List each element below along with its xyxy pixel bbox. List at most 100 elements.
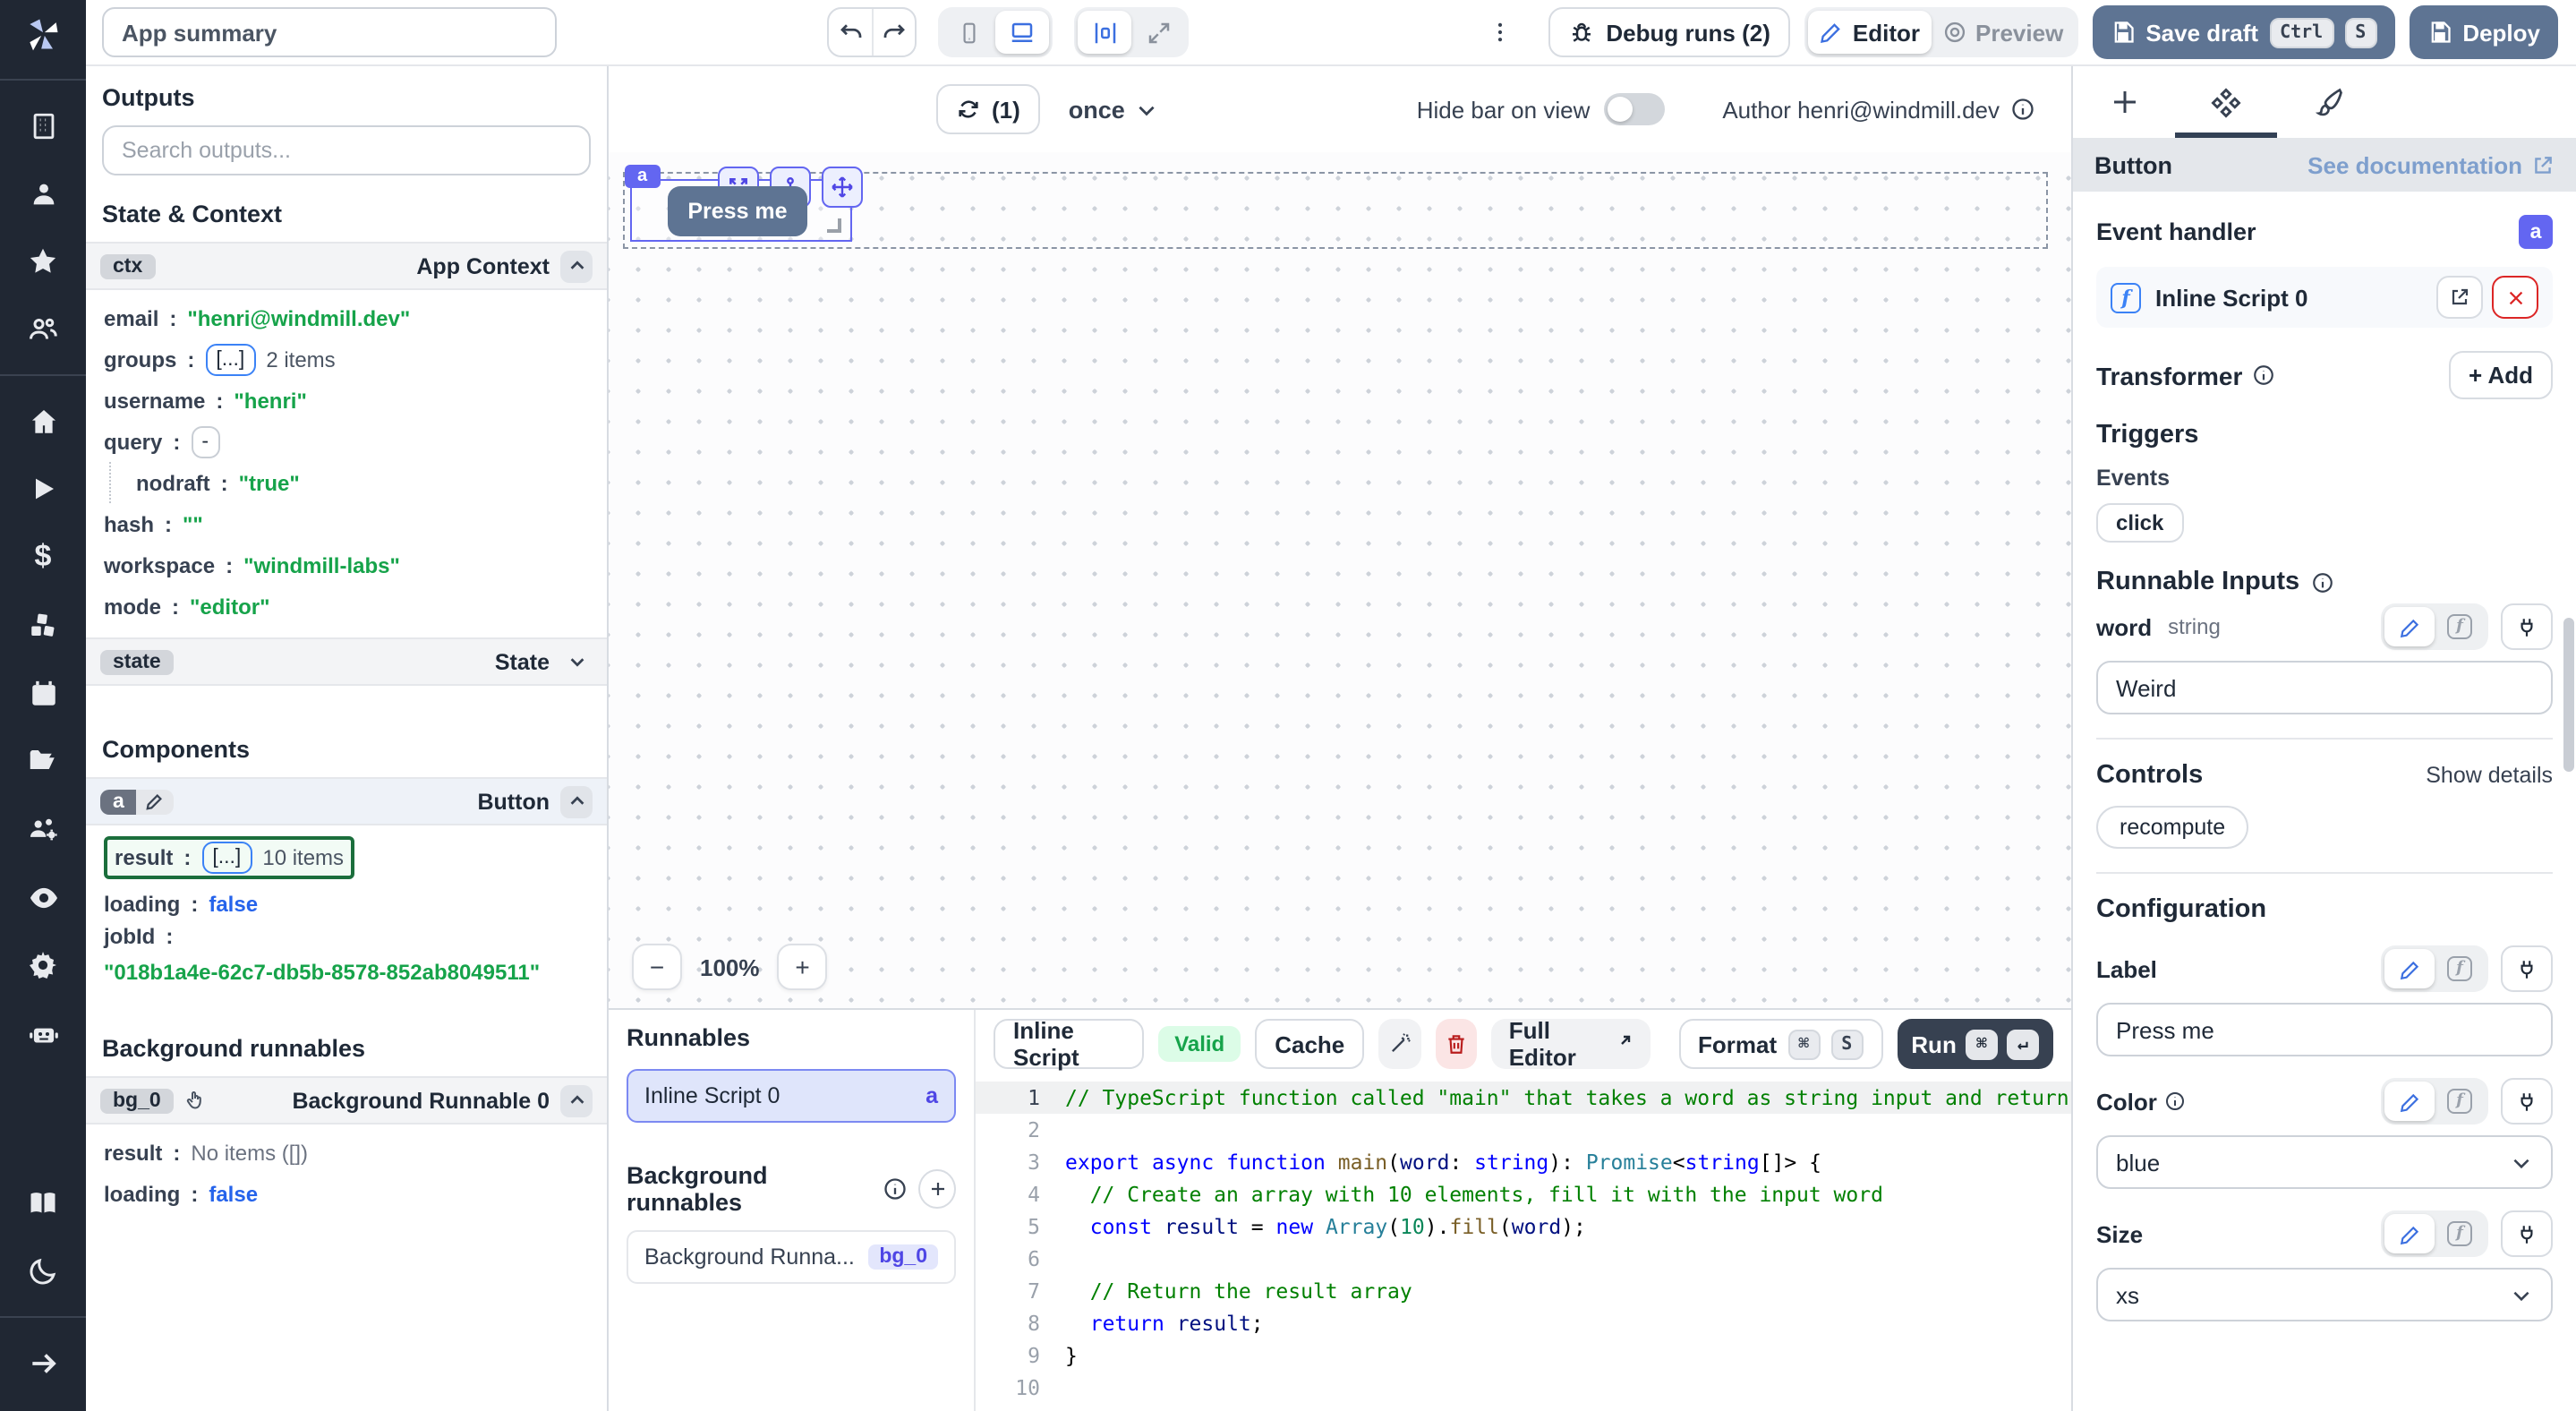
color-select[interactable]: blue	[2096, 1135, 2553, 1189]
static-pencil-icon[interactable]	[2384, 1082, 2435, 1121]
output-row[interactable]: loading:false	[104, 883, 589, 924]
component-settings-tab[interactable]	[2175, 66, 2277, 138]
state-section-header[interactable]: state State	[86, 637, 607, 686]
ai-wand-icon[interactable]	[1378, 1019, 1420, 1069]
recompute-all-button[interactable]: (1)	[936, 84, 1040, 134]
home-icon[interactable]	[0, 387, 86, 455]
workspace-icon[interactable]	[0, 91, 86, 159]
output-row[interactable]: jobId:"018b1a4e-62c7-db5b-8578-852ab8049…	[104, 924, 589, 985]
undo-button[interactable]	[829, 9, 872, 56]
output-row[interactable]: hash:""	[104, 503, 589, 544]
more-menu-button[interactable]	[1480, 9, 1520, 56]
connect-plug-icon[interactable]	[2501, 1078, 2553, 1125]
resources-cubes-icon[interactable]	[0, 591, 86, 659]
format-button[interactable]: Format ⌘ S	[1678, 1019, 1882, 1069]
connect-plug-icon[interactable]	[2501, 945, 2553, 992]
collapse-chevron-up-icon[interactable]	[560, 785, 593, 817]
recompute-chip[interactable]: recompute	[2096, 806, 2248, 849]
bg0-section-header[interactable]: bg_0 Background Runnable 0	[86, 1076, 607, 1125]
output-row[interactable]: email:"henri@windmill.dev"	[104, 297, 589, 338]
remove-script-icon[interactable]	[2492, 276, 2538, 319]
output-row[interactable]: mode:"editor"	[104, 586, 589, 627]
output-row[interactable]: result:[...]10 items	[104, 836, 354, 879]
size-select[interactable]: xs	[2096, 1268, 2553, 1321]
press-me-button[interactable]: Press me	[668, 186, 807, 236]
info-icon[interactable]	[2251, 363, 2274, 387]
zoom-in-button[interactable]: +	[778, 944, 828, 990]
info-icon[interactable]	[2310, 570, 2333, 594]
groups-icon[interactable]	[0, 295, 86, 363]
desktop-view-button[interactable]	[995, 11, 1049, 54]
resize-handle[interactable]	[827, 218, 841, 233]
see-documentation-link[interactable]: See documentation	[2307, 151, 2555, 178]
refresh-interval-select[interactable]: once	[1069, 96, 1159, 123]
output-row[interactable]: query:-	[104, 421, 589, 462]
zoom-out-button[interactable]: −	[632, 944, 682, 990]
center-content-button[interactable]	[1078, 11, 1131, 54]
expand-chevron-down-icon[interactable]	[560, 646, 593, 678]
selected-button-component[interactable]: a Press me	[630, 179, 852, 242]
static-pencil-icon[interactable]	[2384, 607, 2435, 646]
variables-dollar-icon[interactable]: $	[0, 523, 86, 591]
preview-tab[interactable]: Preview	[1931, 11, 2074, 54]
app-canvas[interactable]: a Press me − 100% +	[609, 152, 2071, 1008]
language-button[interactable]: Inline Script	[994, 1019, 1144, 1069]
delete-trash-icon[interactable]	[1435, 1019, 1477, 1069]
static-pencil-icon[interactable]	[2384, 949, 2435, 988]
add-component-tab[interactable]	[2073, 66, 2175, 138]
code-lines[interactable]: 1// TypeScript function called "main" th…	[976, 1078, 2071, 1411]
info-icon[interactable]	[2010, 97, 2035, 122]
eval-function-icon[interactable]: f	[2435, 1214, 2485, 1253]
move-icon[interactable]	[822, 167, 863, 208]
run-button[interactable]: Run ⌘ ↵	[1897, 1019, 2053, 1069]
connect-plug-icon[interactable]	[2501, 1210, 2553, 1257]
show-details-link[interactable]: Show details	[2426, 763, 2553, 788]
label-input[interactable]	[2096, 1003, 2553, 1056]
app-summary-input[interactable]	[102, 7, 557, 57]
hide-bar-toggle[interactable]	[1604, 93, 1665, 125]
output-row[interactable]: result:No items ([])	[104, 1132, 589, 1173]
output-row[interactable]: groups:[...]2 items	[104, 338, 589, 380]
docs-book-icon[interactable]	[0, 1169, 86, 1237]
windmill-logo-icon[interactable]	[0, 0, 86, 68]
component-id-chip[interactable]: a	[100, 789, 175, 814]
runs-play-icon[interactable]	[0, 455, 86, 523]
styling-brush-tab[interactable]	[2277, 66, 2379, 138]
full-editor-button[interactable]: Full Editor	[1491, 1019, 1650, 1069]
info-icon[interactable]	[883, 1176, 908, 1201]
add-transformer-button[interactable]: + Add	[2449, 351, 2553, 399]
collapse-chevron-up-icon[interactable]	[560, 250, 593, 282]
edit-pencil-icon[interactable]	[137, 789, 175, 814]
gear-icon[interactable]	[0, 931, 86, 999]
schedules-calendar-icon[interactable]	[0, 659, 86, 727]
add-bg-runnable-button[interactable]	[919, 1169, 956, 1209]
save-draft-button[interactable]: Save draft Ctrl S	[2092, 5, 2394, 59]
output-row[interactable]: username:"henri"	[104, 380, 589, 421]
eval-function-icon[interactable]: f	[2435, 607, 2485, 646]
output-row[interactable]: workspace:"windmill-labs"	[104, 544, 589, 586]
debug-runs-button[interactable]: Debug runs (2)	[1548, 7, 1789, 57]
folders-icon[interactable]	[0, 727, 86, 795]
user-icon[interactable]	[0, 159, 86, 227]
open-script-icon[interactable]	[2436, 276, 2483, 319]
workers-users-gear-icon[interactable]	[0, 795, 86, 863]
eval-function-icon[interactable]: f	[2435, 1082, 2485, 1121]
scrollbar-thumb[interactable]	[2563, 618, 2574, 772]
mobile-view-button[interactable]	[942, 11, 995, 54]
connect-plug-icon[interactable]	[2501, 603, 2553, 650]
static-pencil-icon[interactable]	[2384, 1214, 2435, 1253]
inline-script-item[interactable]: Inline Script 0 a	[627, 1069, 956, 1123]
ctx-section-header[interactable]: ctx App Context	[86, 242, 607, 290]
expand-rail-arrow-icon[interactable]	[0, 1329, 86, 1397]
collapse-chevron-up-icon[interactable]	[560, 1084, 593, 1116]
event-script-row[interactable]: f Inline Script 0	[2096, 267, 2553, 328]
bg-runnable-item[interactable]: Background Runna... bg_0	[627, 1230, 956, 1284]
eval-function-icon[interactable]: f	[2435, 949, 2485, 988]
info-icon[interactable]	[2164, 1090, 2186, 1112]
fullwidth-button[interactable]	[1131, 11, 1185, 54]
word-input[interactable]	[2096, 661, 2553, 714]
eye-icon[interactable]	[0, 863, 86, 931]
robot-icon[interactable]	[0, 999, 86, 1067]
output-row[interactable]: loading:false	[104, 1173, 589, 1214]
redo-button[interactable]	[872, 9, 915, 56]
